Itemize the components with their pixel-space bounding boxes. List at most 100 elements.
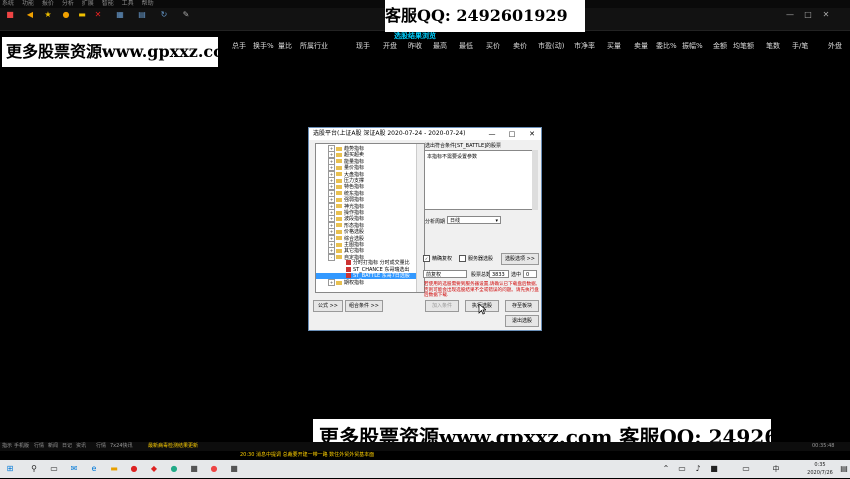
maximize-icon[interactable]: □ — [505, 128, 519, 140]
tree-node[interactable]: + 期权指标 — [316, 279, 364, 287]
column-header[interactable]: 现手 — [356, 40, 370, 52]
column-header[interactable]: 最低 — [459, 40, 473, 52]
column-header[interactable]: 开盘 — [383, 40, 397, 52]
formula-button[interactable]: 公式 >> — [313, 300, 343, 312]
start-icon[interactable]: ⊞ — [4, 463, 16, 475]
app-icon[interactable]: ■ — [188, 463, 200, 475]
column-header[interactable]: 手/笔 — [792, 40, 808, 52]
search-icon[interactable]: ⚲ — [28, 463, 40, 475]
app-icon[interactable]: ● — [128, 463, 140, 475]
column-header[interactable]: 委比% — [656, 40, 677, 52]
ime-indicator[interactable]: 中 — [770, 463, 782, 475]
description-box: 本指标不需要设置参数 — [424, 150, 538, 210]
status-alert[interactable]: 最新病毒检测结果更新 — [148, 442, 198, 451]
star-icon[interactable]: ★ — [40, 10, 56, 28]
tray-icon[interactable]: ■ — [708, 463, 720, 475]
window-close-icon[interactable]: ✕ — [818, 10, 834, 28]
menu-item[interactable]: 帮助 — [142, 0, 154, 8]
indicator-tree[interactable]: + 趋势指标 + 超买超卖 + 能量指标 + 量价指标 + 大盘指标 + 压力支撑 + 特色指… — [315, 143, 425, 293]
home-icon[interactable]: ■ — [2, 10, 18, 28]
window-max-icon[interactable]: □ — [800, 10, 816, 28]
column-header[interactable]: 卖量 — [634, 40, 648, 52]
description-scrollbar[interactable] — [532, 150, 538, 210]
menu-item[interactable]: 功能 — [22, 0, 34, 8]
mail-icon[interactable]: ✉ — [68, 463, 80, 475]
close-icon[interactable]: ✕ — [90, 10, 106, 28]
menu-item[interactable]: 报价 — [42, 0, 54, 8]
refresh-icon[interactable]: ↻ — [156, 10, 172, 28]
menu-item[interactable]: 系统 — [2, 0, 14, 8]
add-condition-button[interactable]: 加入条件 — [425, 300, 459, 312]
status-item[interactable]: 行情 — [34, 442, 44, 451]
edge-icon[interactable]: e — [88, 463, 100, 475]
ticker-text[interactable]: 20:30 消息中提调 总裁要开建一带一路 数住外贸外贸基本面 — [240, 451, 374, 460]
column-header[interactable]: 均笔额 — [733, 40, 754, 52]
chart-icon[interactable]: ▤ — [134, 10, 150, 28]
column-header[interactable]: 振幅% — [682, 40, 703, 52]
app-icon[interactable]: ● — [208, 463, 220, 475]
column-header[interactable]: 市净率 — [574, 40, 595, 52]
task-view-icon[interactable]: ▭ — [48, 463, 60, 475]
network-icon[interactable]: ▭ — [676, 463, 688, 475]
taskbar-clock[interactable]: 0:35 2020/7/26 — [800, 460, 840, 479]
column-header[interactable]: 笔数 — [766, 40, 780, 52]
selected-value: 0 — [523, 270, 537, 278]
menu-item[interactable]: 工具 — [122, 0, 134, 8]
column-header[interactable]: 所属行业 — [300, 40, 328, 52]
exit-select-button[interactable]: 退出选股 — [505, 315, 539, 327]
status-item[interactable]: 指示 — [2, 442, 12, 451]
column-header[interactable]: 市盈(动) — [538, 40, 564, 52]
volume-icon[interactable]: ♪ — [692, 463, 704, 475]
watermark-top-center: 客服QQ: 2492601929 — [385, 0, 585, 32]
column-header[interactable]: 昨收 — [408, 40, 422, 52]
status-item[interactable]: 手机版 — [14, 442, 29, 451]
taskbar-date: 2020/7/26 — [807, 470, 833, 476]
menu-item[interactable]: 扩展 — [82, 0, 94, 8]
status-item[interactable]: 7x24快讯 — [110, 442, 133, 451]
clock: 00:35:48 — [812, 443, 835, 449]
pen-icon[interactable]: ✎ — [178, 10, 194, 28]
server-select-checkbox[interactable]: 服务器选股 — [459, 255, 493, 262]
chevron-down-icon: ▾ — [495, 218, 498, 224]
status-item[interactable]: 行情 — [96, 442, 106, 451]
column-header[interactable]: 买价 — [486, 40, 500, 52]
save-to-block-button[interactable]: 存至板块 — [505, 300, 539, 312]
menu-item[interactable]: 智能 — [102, 0, 114, 8]
status-item[interactable]: 资讯 — [76, 442, 86, 451]
column-header[interactable]: 外盘 — [828, 40, 842, 52]
column-header[interactable]: 量比 — [278, 40, 292, 52]
column-header[interactable]: 最高 — [433, 40, 447, 52]
chevron-up-icon[interactable]: ⌃ — [660, 463, 672, 475]
status-bar: 指示 手机版 行情 新闻 日记 资讯 行情 7x24快讯 最新病毒检测结果更新 … — [0, 442, 850, 451]
folder-icon[interactable]: ▬ — [108, 463, 120, 475]
adjust-field[interactable]: 前复权 — [423, 270, 467, 278]
menu-item[interactable]: 分析 — [62, 0, 74, 8]
column-header[interactable]: 买量 — [607, 40, 621, 52]
column-header[interactable]: 换手% — [253, 40, 274, 52]
back-icon[interactable]: ◀ — [22, 10, 38, 28]
folder-icon[interactable]: ▬ — [74, 10, 90, 28]
sun-icon[interactable]: ● — [58, 10, 74, 28]
chat-icon[interactable]: ▭ — [740, 463, 752, 475]
cursor-icon — [478, 303, 486, 315]
combine-condition-button[interactable]: 组合条件 >> — [345, 300, 383, 312]
select-options-button[interactable]: 选股选项 >> — [501, 253, 539, 265]
close-icon[interactable]: ✕ — [525, 128, 539, 140]
column-header[interactable]: 卖价 — [513, 40, 527, 52]
precise-adjust-checkbox[interactable]: ✓ 精确复权 — [423, 255, 452, 262]
window-min-icon[interactable]: — — [782, 10, 798, 28]
grid-icon[interactable]: ▦ — [112, 10, 128, 28]
period-select[interactable]: 日线 ▾ — [447, 216, 501, 224]
status-item[interactable]: 新闻 — [48, 442, 58, 451]
taskbar-time: 0:35 — [814, 462, 826, 468]
description-label: 选出符合条件[ST_BATTLE]的股票 — [425, 143, 502, 149]
total-value: 3833 — [489, 270, 509, 278]
app-icon[interactable]: ● — [168, 463, 180, 475]
stock-selector-dialog: 选股平台(上证A股 深证A股 2020-07-24 - 2020-07-24) … — [308, 127, 542, 331]
stock-app-icon[interactable]: ◆ — [148, 463, 160, 475]
app-icon[interactable]: ■ — [228, 463, 240, 475]
dialog-title: 选股平台(上证A股 深证A股 2020-07-24 - 2020-07-24) — [313, 130, 466, 137]
column-header[interactable]: 金额 — [713, 40, 727, 52]
minimize-icon[interactable]: — — [485, 128, 499, 140]
status-item[interactable]: 日记 — [62, 442, 72, 451]
